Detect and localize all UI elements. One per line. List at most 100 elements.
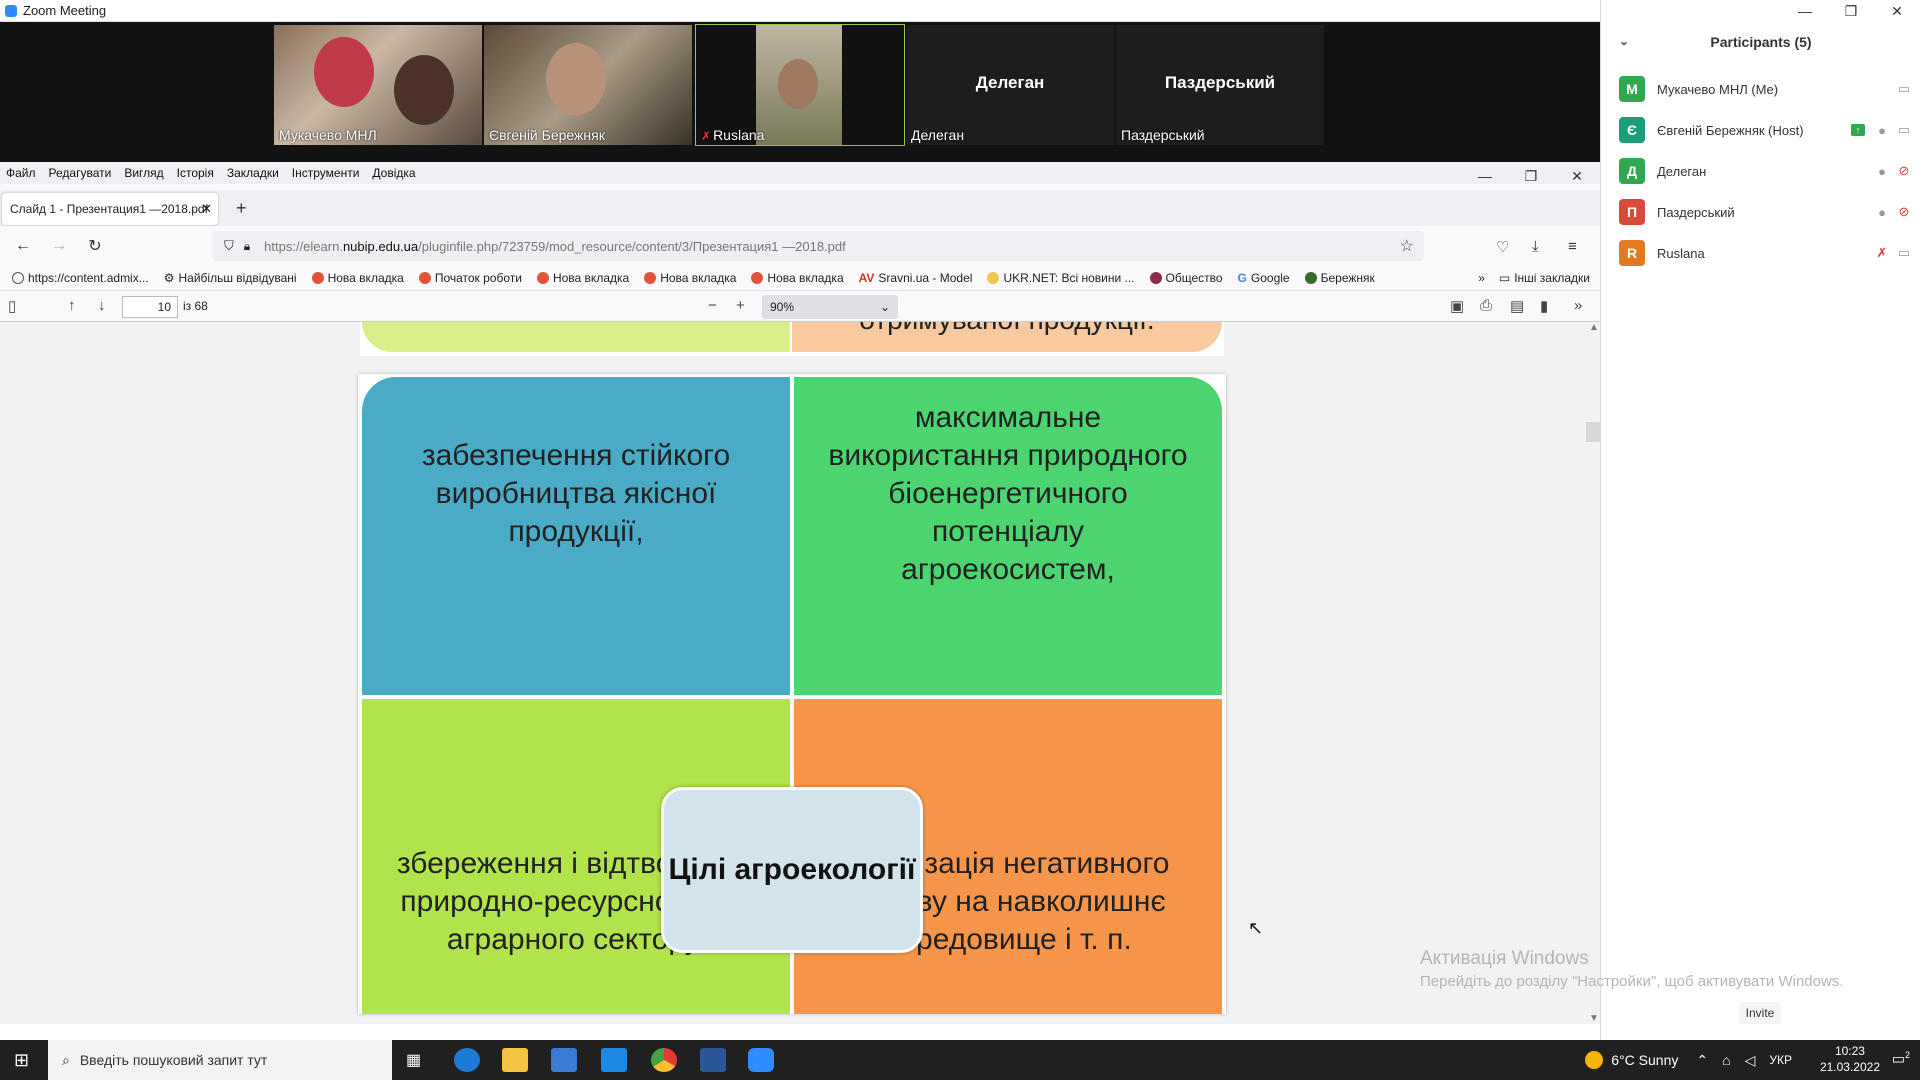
menu-bookmarks[interactable]: Закладки xyxy=(227,166,279,180)
edge-icon[interactable] xyxy=(454,1048,480,1072)
participant-row[interactable]: П Паздерський ● ⊘ xyxy=(1619,197,1915,227)
bookmark-item[interactable]: Нова вкладка xyxy=(644,271,736,285)
previous-page-icon[interactable]: ↑ xyxy=(68,297,76,314)
task-view-icon[interactable]: ▦ xyxy=(406,1050,421,1070)
page-number-input[interactable]: 10 xyxy=(122,296,178,318)
store-icon[interactable] xyxy=(551,1048,577,1072)
bookmark-item[interactable]: https://content.admix... xyxy=(12,271,149,285)
participants-title: Participants (5) xyxy=(1710,34,1812,50)
tools-chevron-icon[interactable]: » xyxy=(1574,297,1582,314)
chevron-down-icon[interactable]: ⌄ xyxy=(1619,34,1629,48)
shield-icon[interactable]: ⛉ xyxy=(224,238,234,254)
participant-row[interactable]: Є Євгеній Бережняк (Host) ↑ ● ▭ xyxy=(1619,115,1915,145)
tab-title: Слайд 1 - Презентация1 —2018.pdf xyxy=(10,202,208,216)
taskbar-search[interactable]: ⌕ Введіть пошуковий запит тут xyxy=(48,1040,392,1080)
other-bookmarks[interactable]: Інші закладки xyxy=(1514,271,1590,285)
bookmark-item[interactable]: Нова вкладка xyxy=(311,271,404,285)
restore-icon[interactable]: ❐ xyxy=(1828,0,1874,22)
download-icon[interactable]: ⤓ xyxy=(1532,238,1539,255)
mail-icon[interactable] xyxy=(601,1048,627,1072)
menu-file[interactable]: Файл xyxy=(6,166,36,180)
participant-name: Євгеній Бережняк (Host) xyxy=(1657,122,1804,138)
bookmark-item[interactable]: UKR.NET: Всі новини ... xyxy=(987,271,1135,285)
lock-icon: 🔒︎ xyxy=(243,238,251,253)
clock[interactable]: 10:23 21.03.2022 xyxy=(1820,1043,1880,1075)
bookmark-icon[interactable]: ▮ xyxy=(1540,297,1548,315)
scrollbar-thumb[interactable] xyxy=(1586,422,1600,442)
avatar: Є xyxy=(1619,117,1645,143)
sidebar-toggle-icon[interactable]: ▯ xyxy=(8,297,16,315)
zoom-out-icon[interactable]: − xyxy=(708,297,717,314)
bookmark-item[interactable]: Початок роботи xyxy=(418,271,522,285)
video-tile[interactable]: ✗ Ruslana xyxy=(695,24,905,146)
save-icon[interactable]: ▤ xyxy=(1510,297,1524,315)
bookmark-star-icon[interactable]: ☆ xyxy=(1400,236,1414,256)
participant-row[interactable]: Д Делеган ● ⊘ xyxy=(1619,156,1915,186)
next-page-icon[interactable]: ↓ xyxy=(98,297,106,314)
bookmark-item[interactable]: Нова вкладка xyxy=(536,271,629,285)
bookmark-item[interactable]: ⚙ Найбільш відвідувані xyxy=(164,271,297,285)
print-icon[interactable]: ⎙ xyxy=(1480,297,1492,314)
chevron-up-icon[interactable]: ⌃ xyxy=(1696,1052,1708,1069)
menu-tools[interactable]: Інструменти xyxy=(292,166,360,180)
zoom-taskbar-icon[interactable] xyxy=(748,1048,774,1072)
center-box: Цілі агроекології xyxy=(661,787,923,953)
url-bar[interactable]: ⛉ 🔒︎ https://elearn.nubip.edu.ua/pluginf… xyxy=(212,231,1424,261)
zoom-select[interactable]: 90% ⌄ xyxy=(762,295,898,319)
taskbar: ⊞ ⌕ Введіть пошуковий запит тут ▦ 6°C Su… xyxy=(0,1040,1920,1080)
network-icon[interactable]: ⌂ xyxy=(1722,1052,1730,1068)
menu-edit[interactable]: Редагувати xyxy=(49,166,112,180)
participant-row[interactable]: M Мукачево МНЛ (Me) ▭ xyxy=(1619,74,1915,104)
chrome-icon[interactable] xyxy=(651,1048,677,1072)
windows-start-icon[interactable]: ⊞ xyxy=(14,1050,29,1071)
participant-row[interactable]: R Ruslana ✗ ▭ xyxy=(1619,238,1915,268)
chevron-right-icon[interactable]: » xyxy=(1478,271,1485,285)
bookmark-item[interactable]: Нова вкладка xyxy=(751,271,844,285)
quadrant-top-left: забезпечення стійкого виробництва якісно… xyxy=(362,377,790,695)
participants-header: ⌄ Participants (5) xyxy=(1601,34,1920,56)
word-icon[interactable] xyxy=(700,1048,726,1072)
close-icon[interactable]: ✕ xyxy=(1874,0,1920,22)
minimize-icon[interactable]: — xyxy=(1782,0,1828,22)
video-off-icon: ⊘ xyxy=(1898,163,1910,178)
restore-icon[interactable]: ❐ xyxy=(1508,162,1554,190)
close-tab-icon[interactable]: ✕ xyxy=(201,201,212,217)
tab-pdf[interactable]: Слайд 1 - Презентация1 —2018.pdf ✕ xyxy=(2,193,218,225)
file-explorer-icon[interactable] xyxy=(502,1048,528,1072)
bookmark-item[interactable]: AV Sravni.ua - Model xyxy=(859,271,973,285)
tab-bar: Слайд 1 - Презентация1 —2018.pdf ✕ + xyxy=(0,190,1600,226)
language-indicator[interactable]: УКР xyxy=(1769,1053,1792,1067)
video-tile[interactable]: Мукачево МНЛ xyxy=(274,25,482,145)
bookmark-item[interactable]: Бережняк xyxy=(1304,271,1375,285)
microphone-icon: ● xyxy=(1878,204,1886,220)
menu-help[interactable]: Довідка xyxy=(372,166,415,180)
notifications-icon[interactable]: ▭2 xyxy=(1892,1050,1910,1068)
menu-view[interactable]: Вигляд xyxy=(124,166,163,180)
forward-icon[interactable]: → xyxy=(44,237,74,255)
zoom-in-icon[interactable]: + xyxy=(736,297,745,314)
video-big-name: Паздерський xyxy=(1164,73,1276,92)
volume-icon[interactable]: ◁ xyxy=(1745,1052,1756,1069)
video-tile[interactable]: Паздерський Паздерський xyxy=(1116,25,1324,145)
video-name: Паздерський xyxy=(1121,127,1205,143)
participant-video xyxy=(756,25,842,145)
back-icon[interactable]: ← xyxy=(8,237,38,255)
pdf-viewer[interactable]: отримуваної продукції. забезпечення стій… xyxy=(0,322,1600,1024)
pocket-icon[interactable]: ♡ xyxy=(1496,238,1509,256)
invite-button[interactable]: Invite xyxy=(1739,1002,1781,1024)
scrollbar[interactable]: ▲ ▼ xyxy=(1586,322,1600,1024)
minimize-icon[interactable]: — xyxy=(1462,162,1508,190)
new-tab-icon[interactable]: + xyxy=(236,198,247,219)
weather[interactable]: 6°C Sunny xyxy=(1611,1052,1678,1068)
bookmark-item[interactable]: Общество xyxy=(1149,271,1223,285)
reload-icon[interactable]: ↻ xyxy=(80,236,110,256)
bookmark-item[interactable]: G Google xyxy=(1238,271,1290,285)
menu-history[interactable]: Історія xyxy=(177,166,214,180)
presentation-mode-icon[interactable]: ▣ xyxy=(1450,297,1464,315)
video-tile[interactable]: Делеган Делеган xyxy=(906,25,1114,145)
close-icon[interactable]: ✕ xyxy=(1554,162,1600,190)
time: 10:23 xyxy=(1834,1044,1865,1058)
video-tile[interactable]: Євгеній Бережняк xyxy=(484,25,692,145)
participant-name: Мукачево МНЛ (Me) xyxy=(1657,81,1779,97)
hamburger-menu-icon[interactable]: ≡ xyxy=(1568,238,1577,255)
